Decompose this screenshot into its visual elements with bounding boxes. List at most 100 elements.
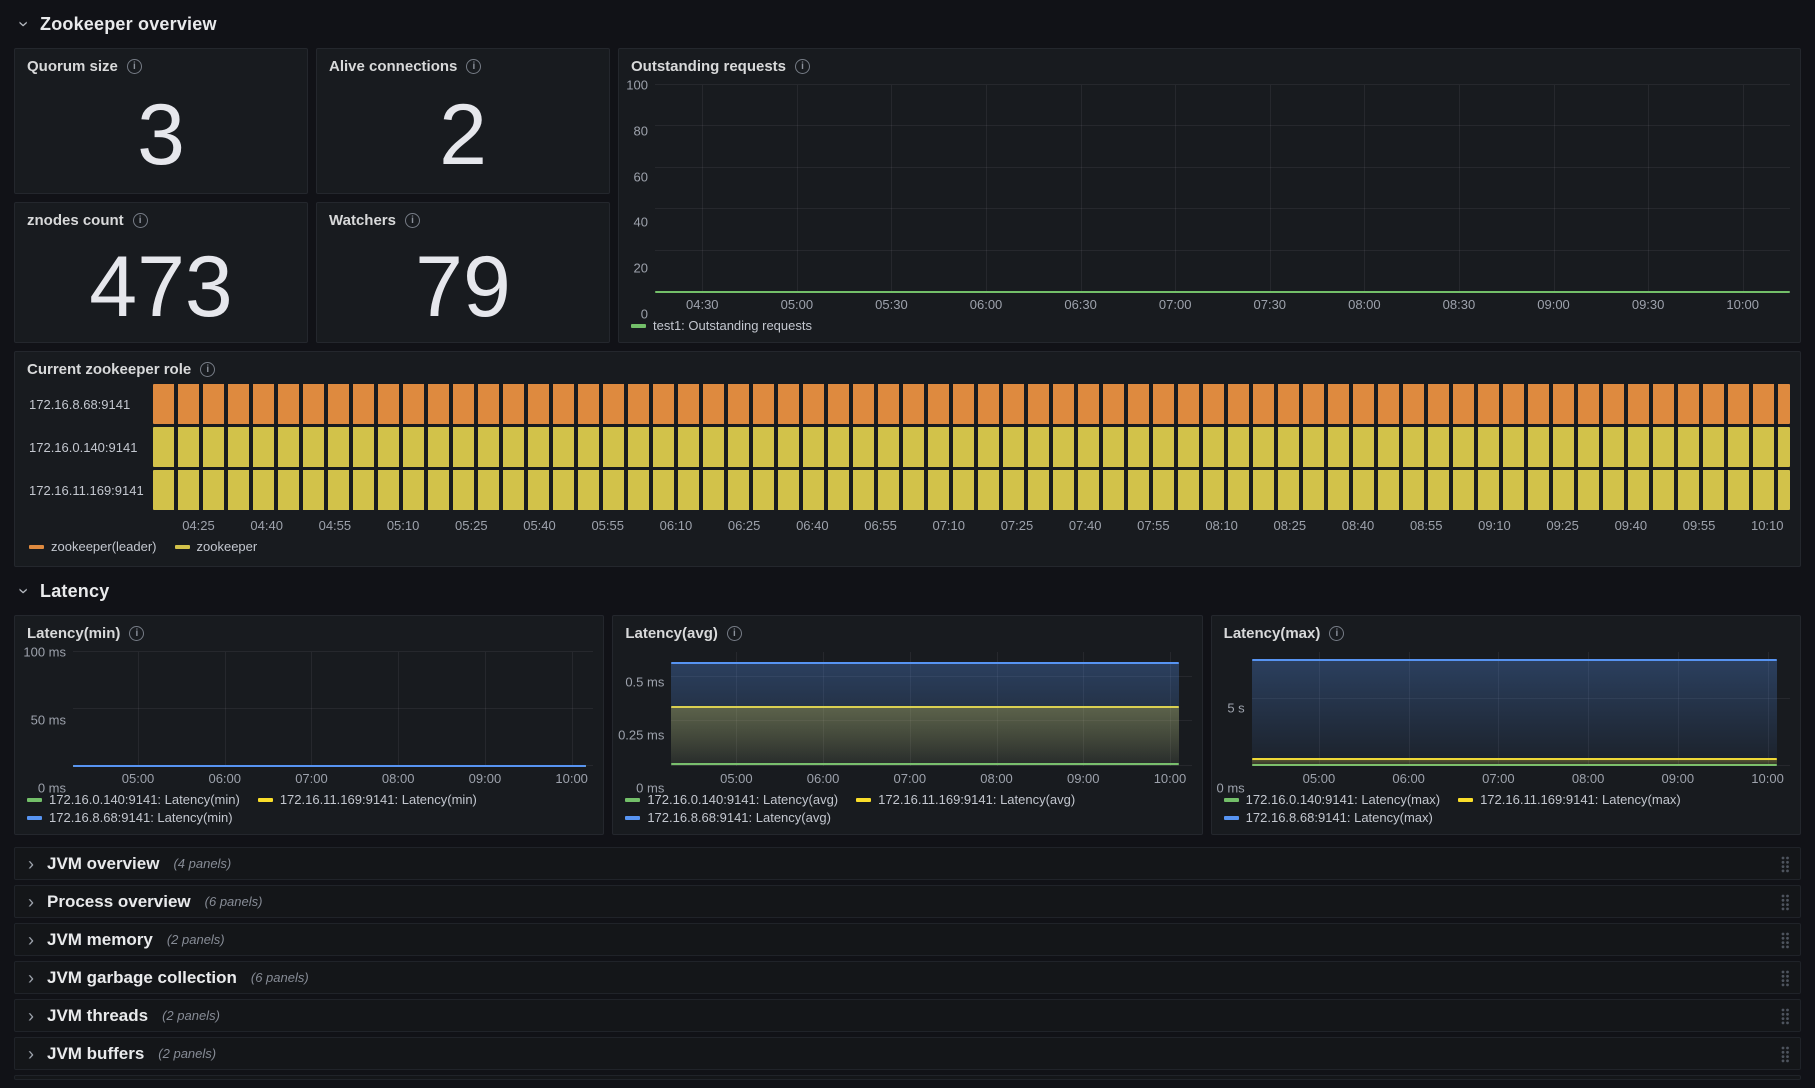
panel-title[interactable]: Watchers [329,212,396,229]
section-header-zookeeper-overview[interactable]: › Zookeeper overview [14,0,1801,48]
panel-header: znodes count i [15,203,307,231]
chevron-right-icon: › [28,929,34,950]
x-tick-label: 06:25 [727,518,761,533]
legend-item[interactable]: 172.16.8.68:9141: Latency(min) [27,810,233,825]
x-tick-label: 10:00 [1726,297,1759,312]
x-tick-label: 05:00 [1302,771,1336,786]
stat-value: 473 [89,238,233,335]
time-series-plot[interactable] [655,84,1790,293]
y-tick-label: 5 s [1227,700,1245,716]
gridline [138,652,140,766]
drag-handle-icon[interactable] [1780,1007,1790,1025]
x-tick-label: 07:30 [1253,297,1287,312]
plot-column: 05:00 06:00 07:00 08:00 09:00 10:00 [73,651,594,788]
y-tick-label: 20 [633,260,648,276]
legend-item[interactable]: 172.16.11.169:9141: Latency(avg) [856,792,1075,807]
legend-item[interactable]: 172.16.8.68:9141: Latency(avg) [625,810,831,825]
legend-item[interactable]: 172.16.0.140:9141: Latency(max) [1223,792,1440,807]
legend-swatch [625,797,641,802]
panel-title[interactable]: Latency(max) [1224,625,1321,642]
role-timeline-row[interactable] [153,470,1790,510]
panel-title[interactable]: Current zookeeper role [27,361,191,378]
x-tick-label: 06:10 [659,518,693,533]
section-row-jvm-memory[interactable]: › JVM memory (2 panels) [14,923,1801,956]
legend-label: 172.16.11.169:9141: Latency(max) [1480,792,1681,807]
legend-swatch [1458,797,1474,802]
drag-handle-icon[interactable] [1780,855,1790,873]
x-tick-label: 09:00 [1537,297,1570,312]
section-row-cropped [14,1075,1801,1080]
x-tick-label: 08:25 [1273,518,1307,533]
legend-swatch [174,544,190,549]
legend-item[interactable]: test1: Outstanding requests [631,318,812,333]
gridline [1742,85,1744,292]
time-series-plot[interactable] [73,651,594,767]
legend: test1: Outstanding requests [619,314,1800,342]
state-timeline-body: 172.16.8.68:9141 172.16.0.140:9141 172.1… [15,380,1800,566]
x-tick-label: 05:00 [121,771,155,786]
info-icon[interactable]: i [726,626,742,641]
x-tick-label: 10:00 [1751,771,1784,786]
info-icon[interactable]: i [200,362,216,377]
drag-handle-icon[interactable] [1780,969,1790,987]
legend-item[interactable]: zookeeper(leader) [29,539,157,554]
panel-quorum-size: Quorum size i 3 [14,48,308,194]
y-axis: 0.5 ms 0.25 ms 0 ms [618,652,671,795]
time-series-plot[interactable] [1251,652,1790,767]
chevron-down-icon: › [14,588,34,594]
x-tick-label: 08:40 [1341,518,1375,533]
legend-item[interactable]: 172.16.11.169:9141: Latency(min) [257,792,477,807]
x-tick-label: 07:00 [295,771,328,786]
panel-title[interactable]: Latency(avg) [625,625,718,642]
drag-handle-icon[interactable] [1780,1045,1790,1063]
panel-header: Quorum size i [15,49,307,77]
panel-title[interactable]: Alive connections [329,58,457,75]
grafana-dashboard: › Zookeeper overview Quorum size i 3 Ali… [0,0,1815,1086]
legend-item[interactable]: 172.16.8.68:9141: Latency(max) [1223,810,1433,825]
section-row-process-overview[interactable]: › Process overview (6 panels) [14,885,1801,918]
x-axis: 04:25 04:40 04:55 05:10 05:25 05:40 05:55 06:10… [153,513,1790,535]
stat-value: 2 [439,87,487,183]
section-row-jvm-overview[interactable]: › JVM overview (4 panels) [14,847,1801,880]
panel-header: Current zookeeper role i [15,352,1800,380]
info-icon[interactable]: i [404,213,420,228]
gridline [655,125,1790,127]
panel-title[interactable]: Quorum size [27,58,118,75]
role-timeline-row[interactable] [153,384,1790,424]
panel-header: Outstanding requests i [619,49,1800,77]
section-row-jvm-garbage-collection[interactable]: › JVM garbage collection (6 panels) [14,961,1801,994]
drag-handle-icon[interactable] [1780,893,1790,911]
panel-title[interactable]: Outstanding requests [631,58,786,75]
x-axis: 05:00 06:00 07:00 08:00 09:00 10:00 [1252,766,1790,788]
panel-title[interactable]: znodes count [27,212,124,229]
info-icon[interactable]: i [795,59,811,74]
panel-alive-connections: Alive connections i 2 [316,48,610,194]
panel-title[interactable]: Latency(min) [27,625,120,642]
info-icon[interactable]: i [129,626,145,641]
x-tick-label: 08:30 [1442,297,1476,312]
section-header-latency[interactable]: › Latency [14,567,1801,615]
stat-value-area: 473 [15,231,307,342]
section-row-panel-count: (2 panels) [158,1046,217,1061]
role-timeline-row[interactable] [153,427,1790,467]
section-row-jvm-threads[interactable]: › JVM threads (2 panels) [14,999,1801,1032]
x-tick-label: 09:40 [1614,518,1648,533]
gridline [1458,85,1460,292]
section-title: Latency [40,580,110,601]
info-icon[interactable]: i [1329,626,1345,641]
legend-item[interactable]: 172.16.11.169:9141: Latency(max) [1458,792,1681,807]
legend-item[interactable]: zookeeper [174,539,257,554]
time-series-plot[interactable] [671,652,1192,766]
y-tick-label: 100 [626,77,648,93]
x-tick-label: 09:00 [1661,771,1695,786]
section-row-jvm-buffers[interactable]: › JVM buffers (2 panels) [14,1037,1801,1070]
x-tick-label: 08:55 [1409,518,1443,533]
gridline [655,84,1790,85]
panel-header: Latency(min) i [15,616,603,644]
drag-handle-icon[interactable] [1780,931,1790,949]
section-row-panel-count: (6 panels) [250,970,309,985]
chevron-right-icon: › [28,853,34,874]
info-icon[interactable]: i [466,59,482,74]
info-icon[interactable]: i [132,213,148,228]
info-icon[interactable]: i [126,59,142,74]
